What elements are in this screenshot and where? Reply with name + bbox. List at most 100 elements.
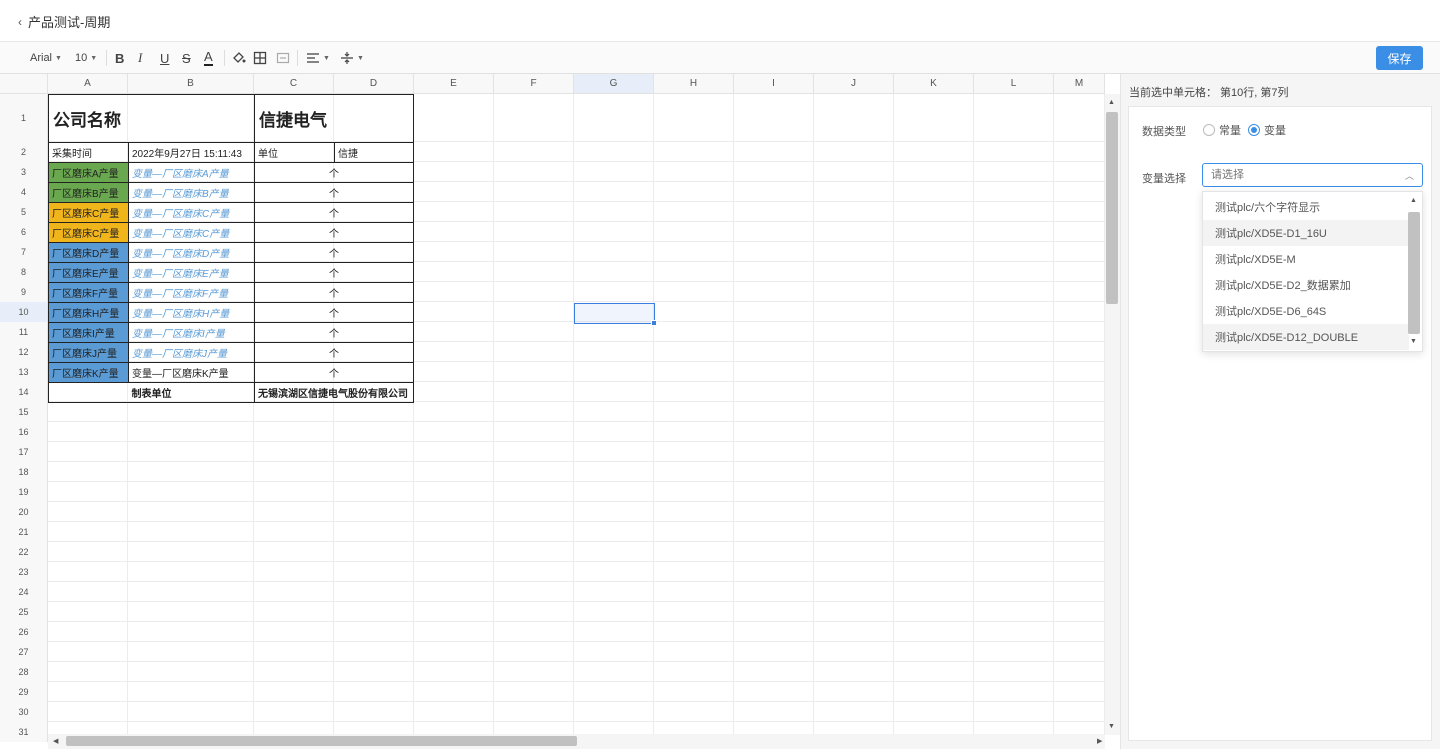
collect-time-value-cell[interactable]: 2022年9月27日 15:11:43 <box>128 142 255 163</box>
radio-variable[interactable]: 变量 <box>1248 122 1286 138</box>
borders-button[interactable] <box>253 49 267 67</box>
row-header[interactable]: 24 <box>0 582 48 602</box>
item-name-cell[interactable]: 厂区磨床C产量 <box>48 202 129 223</box>
font-size-select[interactable]: 10 ▼ <box>75 49 97 67</box>
dropdown-option[interactable]: 测试plc/XD5E-D2_数据累加 <box>1203 272 1409 298</box>
dropdown-option[interactable]: 测试plc/XD5E-D6_64S <box>1203 298 1409 324</box>
column-header[interactable]: B <box>128 74 254 94</box>
item-name-cell[interactable]: 厂区磨床E产量 <box>48 262 129 283</box>
row-header[interactable]: 23 <box>0 562 48 582</box>
item-name-cell[interactable]: 厂区磨床C产量 <box>48 222 129 243</box>
horizontal-scrollbar-thumb[interactable] <box>66 736 577 746</box>
row-header[interactable]: 12 <box>0 342 48 362</box>
unit-cell[interactable]: 个 <box>254 342 414 363</box>
fill-handle[interactable] <box>651 320 657 326</box>
unit-cell[interactable]: 个 <box>254 222 414 243</box>
row-header[interactable]: 22 <box>0 542 48 562</box>
scroll-up-icon[interactable]: ▲ <box>1108 99 1115 106</box>
unit-cell[interactable]: 个 <box>254 202 414 223</box>
company-name-label-cell[interactable]: 公司名称 <box>48 94 255 143</box>
sheet-corner[interactable] <box>0 74 48 94</box>
variable-cell[interactable]: 变量—厂区磨床J产量 <box>128 342 255 363</box>
item-name-cell[interactable]: 厂区磨床I产量 <box>48 322 129 343</box>
row-header[interactable]: 27 <box>0 642 48 662</box>
vertical-scrollbar-thumb[interactable] <box>1106 112 1118 304</box>
dropdown-option[interactable]: 测试plc/六个字符显示 <box>1203 194 1409 220</box>
variable-cell[interactable]: 变量—厂区磨床A产量 <box>128 162 255 183</box>
unit-cell[interactable]: 个 <box>254 162 414 183</box>
row-header[interactable]: 21 <box>0 522 48 542</box>
align-button[interactable]: ▼ <box>306 49 330 67</box>
strikethrough-button[interactable]: S <box>182 49 191 67</box>
column-header[interactable]: E <box>414 74 494 94</box>
unit-value-cell[interactable]: 信捷 <box>334 142 414 163</box>
row-header[interactable]: 9 <box>0 282 48 302</box>
fill-color-button[interactable] <box>232 49 246 67</box>
footer-label-cell[interactable]: 制表单位 <box>48 382 255 403</box>
radio-constant[interactable]: 常量 <box>1203 122 1241 138</box>
italic-button[interactable]: I <box>138 49 142 67</box>
variable-cell[interactable]: 变量—厂区磨床E产量 <box>128 262 255 283</box>
back-link[interactable]: ‹ 产品测试-周期 <box>18 12 110 31</box>
variable-cell[interactable]: 变量—厂区磨床B产量 <box>128 182 255 203</box>
row-header[interactable]: 20 <box>0 502 48 522</box>
row-header[interactable]: 29 <box>0 682 48 702</box>
column-header[interactable]: L <box>974 74 1054 94</box>
row-header[interactable]: 4 <box>0 182 48 202</box>
row-header[interactable]: 16 <box>0 422 48 442</box>
row-header[interactable]: 18 <box>0 462 48 482</box>
dropdown-option[interactable]: 测试plc/XD5E-M <box>1203 246 1409 272</box>
column-header[interactable]: G <box>574 74 654 94</box>
variable-select-input[interactable] <box>1202 163 1423 187</box>
selected-cell[interactable] <box>574 303 655 324</box>
column-header[interactable]: A <box>48 74 128 94</box>
column-header[interactable]: K <box>894 74 974 94</box>
item-name-cell[interactable]: 厂区磨床J产量 <box>48 342 129 363</box>
variable-cell[interactable]: 变量—厂区磨床K产量 <box>128 362 255 383</box>
font-family-select[interactable]: Arial ▼ <box>30 49 62 67</box>
item-name-cell[interactable]: 厂区磨床A产量 <box>48 162 129 183</box>
save-button[interactable]: 保存 <box>1376 46 1423 70</box>
variable-cell[interactable]: 变量—厂区磨床C产量 <box>128 202 255 223</box>
row-header[interactable]: 11 <box>0 322 48 342</box>
variable-cell[interactable]: 变量—厂区磨床C产量 <box>128 222 255 243</box>
spreadsheet-grid[interactable]: A B C D E F G H I J K L M 1 2 3 4 5 6 7 8 9 10 11 12 13 14 15 16 17 18… <box>0 74 1120 749</box>
row-header[interactable]: 13 <box>0 362 48 382</box>
bold-button[interactable]: B <box>115 49 124 67</box>
scroll-left-icon[interactable]: ◀ <box>53 737 58 745</box>
unit-cell[interactable]: 个 <box>254 242 414 263</box>
collect-time-label-cell[interactable]: 采集时间 <box>48 142 129 163</box>
row-header[interactable]: 19 <box>0 482 48 502</box>
row-header[interactable]: 2 <box>0 142 48 162</box>
row-header[interactable]: 30 <box>0 702 48 722</box>
variable-cell[interactable]: 变量—厂区磨床D产量 <box>128 242 255 263</box>
dropdown-option[interactable]: 测试plc/XD5E-D12_DOUBLE <box>1203 324 1409 350</box>
dropdown-scroll-down-icon[interactable]: ▼ <box>1410 338 1417 345</box>
company-name-value-cell[interactable]: 信捷电气 <box>254 94 414 143</box>
unit-cell[interactable]: 个 <box>254 262 414 283</box>
row-header[interactable]: 10 <box>0 302 48 322</box>
row-header[interactable]: 14 <box>0 382 48 402</box>
column-header[interactable]: H <box>654 74 734 94</box>
unit-cell[interactable]: 个 <box>254 322 414 343</box>
column-header[interactable]: F <box>494 74 574 94</box>
row-header[interactable]: 31 <box>0 722 48 742</box>
column-header[interactable]: C <box>254 74 334 94</box>
row-header[interactable]: 26 <box>0 622 48 642</box>
underline-button[interactable]: U <box>160 49 169 67</box>
dropdown-scroll-up-icon[interactable]: ▲ <box>1410 197 1417 204</box>
row-header[interactable]: 28 <box>0 662 48 682</box>
footer-value-cell[interactable]: 无锡滨湖区信捷电气股份有限公司 <box>254 382 414 403</box>
row-header[interactable]: 1 <box>0 94 48 142</box>
item-name-cell[interactable]: 厂区磨床H产量 <box>48 302 129 323</box>
row-header[interactable]: 8 <box>0 262 48 282</box>
item-name-cell[interactable]: 厂区磨床B产量 <box>48 182 129 203</box>
unit-cell[interactable]: 个 <box>254 182 414 203</box>
row-header[interactable]: 3 <box>0 162 48 182</box>
item-name-cell[interactable]: 厂区磨床K产量 <box>48 362 129 383</box>
row-header[interactable]: 6 <box>0 222 48 242</box>
font-color-button[interactable]: A <box>204 49 213 66</box>
variable-cell[interactable]: 变量—厂区磨床H产量 <box>128 302 255 323</box>
scroll-down-icon[interactable]: ▼ <box>1108 723 1115 730</box>
column-header[interactable]: D <box>334 74 414 94</box>
